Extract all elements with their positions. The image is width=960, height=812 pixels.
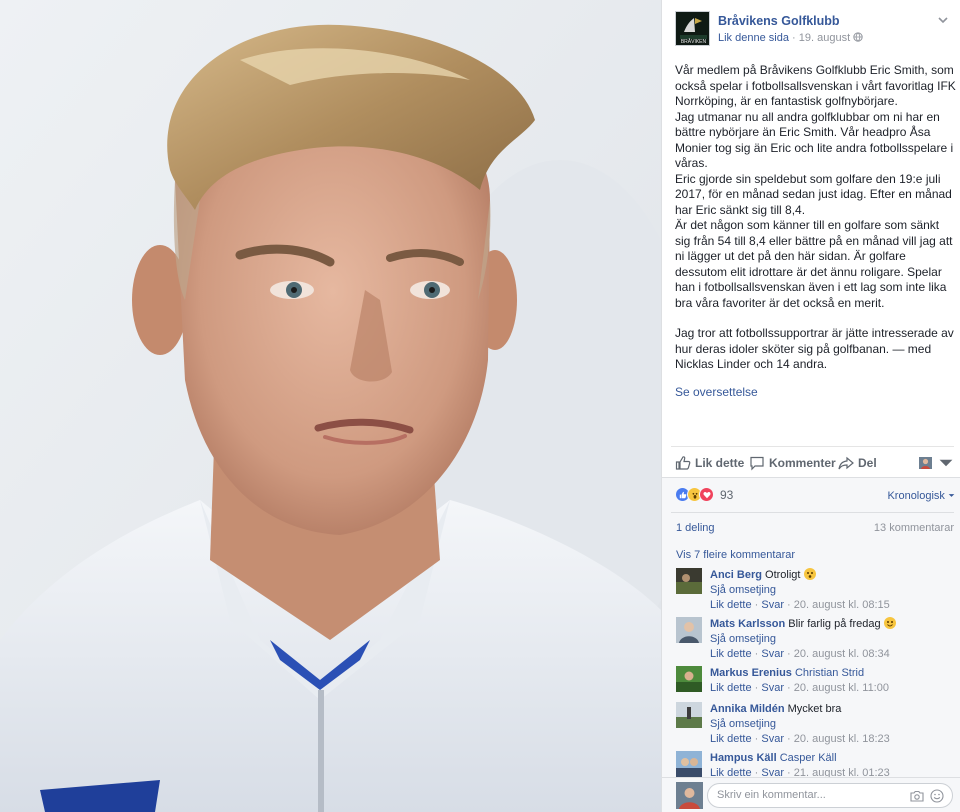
share-label: Del: [858, 456, 877, 470]
shares-comments-row: 1 deling 13 kommentarar: [671, 512, 954, 542]
comment-author[interactable]: Markus Erenius: [710, 667, 792, 679]
see-translation-link[interactable]: Sjå omsetjing: [710, 632, 954, 647]
sort-dropdown[interactable]: Kronologisk: [887, 490, 955, 502]
meta-separator: ·: [792, 32, 796, 44]
post-header: BRÅVIKEN Bråvikens Golfklubb Lik denne s…: [675, 11, 955, 47]
shares-link[interactable]: 1 deling: [676, 522, 715, 534]
comment-reply-link[interactable]: Svar: [761, 599, 784, 611]
comment-author[interactable]: Hampus Käll: [710, 752, 777, 764]
comment-author[interactable]: Mats Karlsson: [710, 618, 785, 630]
caret-down-icon: [948, 494, 955, 497]
post-paragraph: Jag tror att fotbollssupportrar är jätte…: [675, 326, 954, 371]
thumbs-up-icon: [675, 456, 691, 470]
reaction-count: 93: [720, 487, 734, 502]
post-paragraph: Eric gjorde sin speldebut som golfare de…: [675, 171, 952, 217]
commenter-avatar[interactable]: [676, 617, 702, 643]
feedback-section: 93 Kronologisk 1 deling 13 kommentarar V…: [662, 477, 960, 812]
like-page-link[interactable]: Lik denne sida: [718, 32, 789, 44]
comment-text: Otroligt: [765, 569, 801, 581]
comment-meta: Lik dette · Svar · 20. august kl. 08:15: [710, 599, 890, 611]
reactions-summary[interactable]: 93: [675, 487, 733, 502]
share-button[interactable]: Del: [838, 455, 877, 471]
player-portrait-image: [0, 0, 661, 812]
share-arrow-icon: [838, 456, 854, 470]
comment-text: Blir farlig på fredag: [788, 618, 881, 630]
comment-time[interactable]: 20. august kl. 08:15: [794, 599, 890, 611]
see-translation-link[interactable]: Sjå omsetjing: [710, 717, 954, 732]
comment-reply-link[interactable]: Svar: [761, 682, 784, 694]
comment-meta: Lik dette · Svar · 20. august kl. 11:00: [710, 682, 889, 694]
comment-author[interactable]: Annika Mildén: [710, 703, 785, 715]
smiley-emoji-icon: [883, 617, 896, 629]
current-user-avatar: [676, 782, 703, 809]
commenter-avatar[interactable]: [676, 751, 702, 777]
post-date[interactable]: 19. august: [799, 32, 850, 44]
audience-selector[interactable]: [918, 455, 954, 471]
comment-like-link[interactable]: Lik dette: [710, 733, 752, 745]
post-photo[interactable]: [0, 0, 661, 812]
commenter-avatar[interactable]: [676, 666, 702, 692]
see-translation-link[interactable]: Se oversettelse: [675, 385, 758, 399]
globe-icon: [853, 32, 863, 44]
comments-count: 13 kommentarar: [873, 522, 954, 534]
post-text: Vår medlem på Bråvikens Golfklubb Eric S…: [675, 63, 956, 373]
tagged-user-link[interactable]: Christian Strid: [795, 667, 864, 679]
svg-text:BRÅVIKEN: BRÅVIKEN: [681, 38, 707, 45]
comment-composer: Skriv ein kommentar...: [662, 777, 960, 812]
like-button[interactable]: Lik dette: [675, 455, 744, 471]
user-thumbnail-icon: [919, 457, 932, 469]
tagged-user-link[interactable]: Casper Käll: [780, 752, 837, 764]
post-paragraph: Jag utmanar nu all andra golfklubbar om …: [675, 109, 954, 171]
post-meta: Lik denne sida · 19. august: [718, 32, 863, 44]
page-avatar[interactable]: BRÅVIKEN: [675, 11, 710, 46]
see-translation-link[interactable]: Sjå omsetjing: [710, 583, 954, 598]
comment-reply-link[interactable]: Svar: [761, 733, 784, 745]
sort-label: Kronologisk: [887, 490, 945, 502]
comment-label: Kommenter: [769, 456, 836, 470]
comment-input[interactable]: Skriv ein kommentar...: [707, 783, 953, 808]
comment-placeholder: Skriv ein kommentar...: [717, 789, 826, 801]
comment-like-link[interactable]: Lik dette: [710, 648, 752, 660]
comment-meta: Lik dette · Svar · 20. august kl. 08:34: [710, 648, 890, 660]
like-label: Lik dette: [695, 456, 745, 470]
camera-icon[interactable]: [910, 789, 924, 803]
emoji-picker-icon[interactable]: [930, 789, 944, 803]
comment-author[interactable]: Anci Berg: [710, 569, 762, 581]
post-action-bar: Lik dette Kommenter Del: [671, 446, 954, 477]
comment-like-link[interactable]: Lik dette: [710, 682, 752, 694]
comment-reply-link[interactable]: Svar: [761, 648, 784, 660]
comment-time[interactable]: 20. august kl. 08:34: [794, 648, 890, 660]
commenter-avatar[interactable]: [676, 702, 702, 728]
comment-button[interactable]: Kommenter: [749, 455, 836, 471]
commenter-avatar[interactable]: [676, 568, 702, 594]
comment-time[interactable]: 20. august kl. 11:00: [794, 682, 889, 694]
smiley-emoji-icon: [803, 568, 816, 580]
caret-down-icon: [939, 459, 953, 467]
page-name-link[interactable]: Bråvikens Golfklubb: [718, 14, 840, 28]
post-paragraph: Är det någon som känner till en golfare …: [675, 218, 953, 310]
comment-text: Mycket bra: [787, 703, 842, 715]
post-paragraph: Vår medlem på Bråvikens Golfklubb Eric S…: [675, 63, 956, 108]
comment-bubble-icon: [750, 456, 764, 471]
comment-meta: Lik dette · Svar · 20. august kl. 18:23: [710, 733, 890, 745]
view-more-comments-link[interactable]: Vis 7 fleire kommentarar: [676, 549, 795, 561]
love-reaction-icon: [699, 487, 714, 502]
comment-time[interactable]: 20. august kl. 18:23: [794, 733, 890, 745]
post-side-panel: BRÅVIKEN Bråvikens Golfklubb Lik denne s…: [661, 0, 960, 812]
post-options-chevron-icon[interactable]: [937, 14, 953, 30]
comment-like-link[interactable]: Lik dette: [710, 599, 752, 611]
golf-club-logo-icon: BRÅVIKEN: [676, 12, 709, 45]
